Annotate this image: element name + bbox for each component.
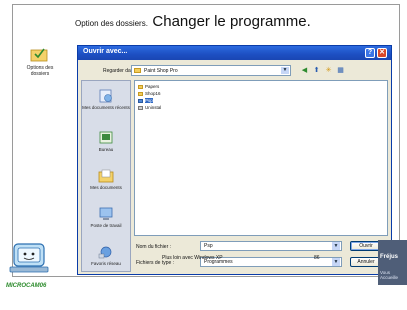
folder-icon	[138, 91, 143, 96]
banner-line1: Fréjus	[380, 254, 399, 260]
app-icon	[138, 98, 143, 103]
dialog-title: Ouvrir avec...	[83, 48, 128, 55]
look-in-value: Paint Shop Pro	[144, 68, 178, 74]
computer-mascot-logo	[9, 243, 49, 273]
network-places-icon	[98, 246, 112, 259]
slide-title-small: Option des dossiers.	[75, 19, 148, 28]
place-recent-documents[interactable]: Mes documents récents	[82, 89, 130, 110]
list-item[interactable]: Papers	[138, 84, 159, 90]
new-folder-icon[interactable]: ✳	[324, 66, 333, 75]
slide-frame: Option des dossiers. Changer le programm…	[12, 4, 400, 277]
place-label: Mes documents	[90, 185, 122, 190]
chevron-down-icon[interactable]: ▼	[332, 258, 340, 266]
open-with-dialog: Ouvrir avec... ? ✕ Regarder dans : Paint…	[77, 45, 392, 275]
place-label: Mes documents récents	[82, 105, 130, 110]
footer-title: Plus loin avec Windows XP	[162, 255, 223, 261]
folder-options-icon	[30, 48, 48, 62]
place-label: Poste de travail	[90, 223, 122, 228]
slide-title: Option des dossiers. Changer le programm…	[75, 13, 311, 31]
place-my-documents[interactable]: Mes documents	[82, 169, 130, 190]
place-label: Favoris réseau	[91, 261, 121, 266]
banner-line2: Vous Accueille	[380, 270, 399, 280]
folder-icon	[134, 68, 141, 73]
file-name: Psp	[145, 98, 153, 103]
close-button[interactable]: ✕	[377, 48, 387, 58]
list-item[interactable]: Psp	[138, 98, 153, 104]
file-name: Papers	[145, 84, 160, 89]
chevron-down-icon[interactable]: ▼	[332, 242, 340, 250]
place-my-computer[interactable]: Poste de travail	[82, 207, 130, 228]
brand-label: MICROCAM06	[6, 283, 47, 289]
frejus-banner: Fréjus Vous Accueille	[378, 240, 407, 285]
back-icon[interactable]: ◀	[300, 66, 309, 75]
filename-value: Psp	[204, 243, 213, 249]
page-number: 86	[314, 255, 320, 261]
up-folder-icon[interactable]: ⬆	[312, 66, 321, 75]
help-button[interactable]: ?	[365, 48, 375, 58]
places-bar: Mes documents récents Bureau Mes documen…	[81, 80, 131, 272]
look-in-dropdown[interactable]: Paint Shop Pro ▼	[131, 65, 291, 76]
recent-documents-icon	[99, 89, 112, 103]
place-network[interactable]: Favoris réseau	[82, 245, 130, 266]
views-menu-icon[interactable]: ▦	[336, 66, 345, 75]
list-item[interactable]: Uninstal	[138, 105, 161, 111]
desktop-icon	[99, 131, 113, 144]
my-documents-icon	[98, 169, 114, 183]
app-icon	[138, 105, 143, 110]
file-list[interactable]: Papers Shop16 Psp Uninstal	[134, 80, 388, 236]
filename-label: Nom du fichier :	[136, 244, 172, 250]
folder-icon	[138, 84, 143, 89]
file-name: Uninstal	[145, 105, 162, 110]
dialog-titlebar[interactable]: Ouvrir avec... ? ✕	[78, 46, 391, 60]
list-item[interactable]: Shop16	[138, 91, 161, 97]
filename-input[interactable]: Psp ▼	[200, 241, 342, 251]
folder-options-label: Options des dossiers	[26, 65, 54, 77]
slide-title-main: Changer le programme.	[152, 13, 311, 30]
my-computer-icon	[99, 207, 113, 220]
place-label: Bureau	[98, 147, 114, 152]
file-name: Shop16	[145, 91, 161, 96]
chevron-down-icon[interactable]: ▼	[281, 67, 289, 74]
place-desktop[interactable]: Bureau	[82, 131, 130, 152]
